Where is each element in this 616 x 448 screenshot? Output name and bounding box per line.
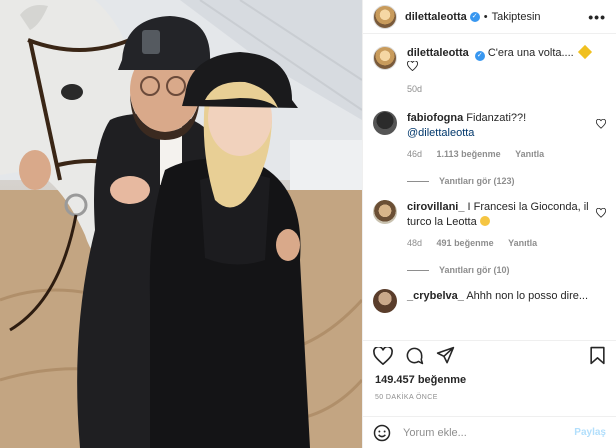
- caption-item: dilettaleotta ✓ C'era una volta.... 50d: [373, 44, 606, 97]
- comment-input[interactable]: Yorum ekle...: [403, 427, 467, 439]
- likes-count[interactable]: 149.457 beğenme: [375, 374, 466, 386]
- header-separator: •: [483, 10, 488, 23]
- heart-icon[interactable]: [373, 346, 393, 365]
- comments-list[interactable]: dilettaleotta ✓ C'era una volta.... 50d …: [363, 34, 616, 340]
- comment-reply-button[interactable]: Yanıtla: [508, 238, 537, 248]
- bookmark-icon[interactable]: [589, 346, 606, 365]
- comment-item: _crybelva_ Ahhh non lo posso dire...: [373, 289, 606, 313]
- caption-time: 50d: [407, 84, 423, 94]
- comment-likes[interactable]: 1.113 beğenme: [437, 149, 501, 159]
- heart-emoji-icon: [407, 60, 418, 72]
- share-icon[interactable]: [436, 346, 455, 365]
- comment-mention[interactable]: @dilettaleotta: [407, 127, 474, 139]
- comment-text: Fidanzati??!: [466, 112, 527, 124]
- post-timestamp: 50 DAKİKA ÖNCE: [375, 394, 438, 401]
- comment-text: Ahhh non lo posso dire...: [466, 290, 589, 302]
- post-actions-bar: [363, 340, 616, 370]
- author-username[interactable]: dilettaleotta: [405, 11, 467, 23]
- comment-like-heart-icon[interactable]: [596, 208, 606, 218]
- verified-icon: ✓: [469, 11, 480, 22]
- view-replies-button[interactable]: Yanıtları gör (10): [407, 265, 606, 275]
- view-replies-button[interactable]: Yanıtları gör (123): [407, 176, 606, 186]
- post-photo[interactable]: [0, 0, 362, 448]
- post-header: dilettaleotta ✓ • Takiptesin •••: [363, 0, 616, 34]
- follow-status-button[interactable]: Takiptesin: [492, 11, 541, 23]
- replies-line: [407, 180, 429, 182]
- author-avatar[interactable]: [373, 4, 397, 29]
- comment-likes[interactable]: 491 beğenme: [437, 238, 494, 248]
- verified-icon: ✓: [474, 51, 485, 61]
- comment-username[interactable]: fabiofogna: [407, 112, 463, 124]
- disappointed-emoji-icon: [479, 216, 490, 226]
- comment-like-heart-icon[interactable]: [596, 119, 606, 129]
- emoji-icon[interactable]: [373, 424, 391, 442]
- caption-username[interactable]: dilettaleotta: [407, 47, 469, 59]
- caption-text: C'era una volta....: [487, 47, 574, 59]
- comment-username[interactable]: _crybelva_: [407, 290, 464, 302]
- comment-avatar[interactable]: [373, 111, 397, 135]
- comment-time: 46d: [407, 149, 423, 159]
- comment-item: cirovillani_ I Francesi la Gioconda, il …: [373, 200, 606, 251]
- comment-avatar[interactable]: [373, 200, 397, 224]
- comment-username[interactable]: cirovillani_: [407, 201, 464, 213]
- view-replies-label: Yanıtları gör (123): [439, 176, 515, 186]
- comment-item: fabiofogna Fidanzati??! @dilettaleotta 4…: [373, 111, 606, 162]
- post-details-panel: dilettaleotta ✓ • Takiptesin ••• diletta…: [362, 0, 616, 448]
- wand-emoji-icon: [577, 44, 592, 60]
- comment-reply-button[interactable]: Yanıtla: [515, 149, 544, 159]
- view-replies-label: Yanıtları gör (10): [439, 265, 510, 275]
- replies-line: [407, 269, 429, 271]
- add-comment-bar: Yorum ekle... Paylaş: [363, 416, 616, 448]
- photo-illustration: [0, 0, 362, 448]
- comment-icon[interactable]: [405, 346, 424, 365]
- caption-avatar[interactable]: [373, 46, 397, 70]
- comment-time: 48d: [407, 238, 423, 248]
- more-icon[interactable]: •••: [588, 9, 606, 25]
- post-comment-button[interactable]: Paylaş: [574, 427, 606, 438]
- comment-avatar[interactable]: [373, 289, 397, 313]
